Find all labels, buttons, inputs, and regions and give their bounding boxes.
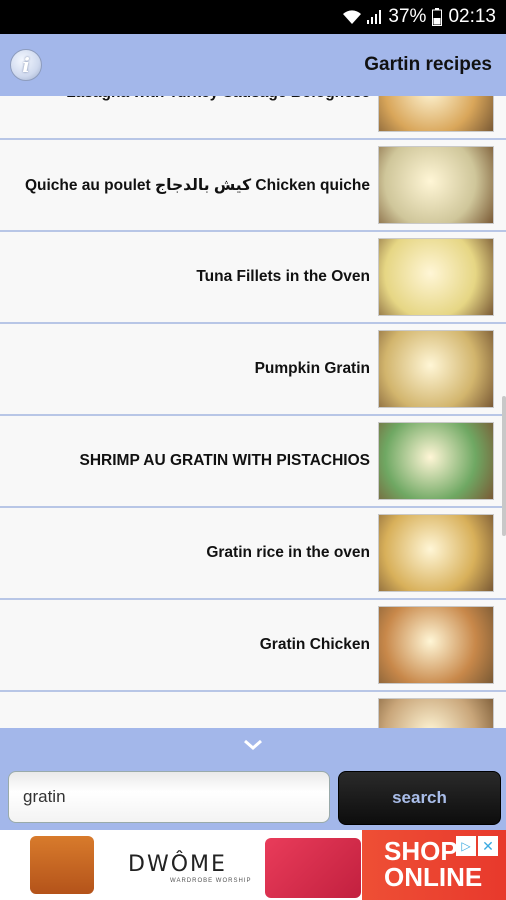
recipe-title: Pumpkin Gratin bbox=[254, 360, 370, 377]
recipe-thumbnail bbox=[378, 96, 494, 132]
recipe-list-inner: Lasagna with Turkey Sausage Bolognese Qui… bbox=[0, 96, 506, 728]
recipe-row[interactable]: Quiche au poulet كيش بالدجاج Chicken qui… bbox=[0, 140, 506, 232]
recipe-thumbnail bbox=[378, 514, 494, 592]
signal-icon bbox=[367, 10, 382, 24]
recipe-row[interactable]: SHRIMP AU GRATIN WITH PISTACHIOS bbox=[0, 416, 506, 508]
recipe-title: Gratin rice in the oven bbox=[206, 544, 370, 561]
recipe-row[interactable]: Lasagna with Turkey Sausage Bolognese bbox=[0, 96, 506, 140]
recipe-list[interactable]: Lasagna with Turkey Sausage Bolognese Qui… bbox=[0, 96, 506, 728]
ad-sub: WARDROBE WORSHIP bbox=[170, 878, 252, 884]
ad-choices-icon[interactable]: ▷ bbox=[456, 836, 476, 856]
close-icon[interactable]: ✕ bbox=[478, 836, 498, 856]
ad-bag-image-2 bbox=[265, 838, 361, 898]
app-title: Gartin recipes bbox=[364, 54, 492, 75]
recipe-title: Quiche au poulet كيش بالدجاج Chicken qui… bbox=[24, 176, 370, 194]
ad-banner[interactable]: DWÔME WARDROBE WORSHIP SHOP ONLINE ▷ ✕ bbox=[0, 830, 506, 900]
status-bar: 37% 02:13 bbox=[0, 0, 506, 34]
recipe-row[interactable]: Tuna Fillets in the Oven bbox=[0, 232, 506, 324]
recipe-title: Gratin Chicken bbox=[259, 636, 370, 653]
recipe-thumbnail bbox=[378, 422, 494, 500]
recipe-row[interactable] bbox=[0, 692, 506, 728]
recipe-title: Lasagna with Turkey Sausage Bolognese bbox=[0, 96, 370, 102]
chevron-down-icon[interactable] bbox=[243, 738, 263, 752]
battery-percent: 37% bbox=[388, 6, 427, 27]
recipe-thumbnail bbox=[378, 330, 494, 408]
recipe-thumbnail bbox=[378, 146, 494, 224]
recipe-row[interactable]: Gratin Chicken bbox=[0, 600, 506, 692]
scrollbar[interactable] bbox=[502, 396, 506, 536]
recipe-row[interactable]: Pumpkin Gratin bbox=[0, 324, 506, 416]
recipe-thumbnail bbox=[378, 698, 494, 728]
search-panel: search bbox=[0, 728, 506, 830]
recipe-thumbnail bbox=[378, 606, 494, 684]
search-input[interactable] bbox=[8, 771, 330, 823]
recipe-title: SHRIMP AU GRATIN WITH PISTACHIOS bbox=[79, 452, 370, 469]
recipe-title: Tuna Fillets in the Oven bbox=[196, 268, 370, 285]
app-bar: i Gartin recipes bbox=[0, 34, 506, 96]
recipe-thumbnail bbox=[378, 238, 494, 316]
ad-headline-2: ONLINE bbox=[384, 862, 483, 892]
info-icon[interactable]: i bbox=[10, 49, 42, 81]
clock: 02:13 bbox=[448, 6, 496, 27]
ad-bag-image bbox=[30, 836, 94, 894]
battery-icon bbox=[432, 8, 443, 26]
recipe-row[interactable]: Gratin rice in the oven bbox=[0, 508, 506, 600]
ad-brand: DWÔME bbox=[128, 852, 227, 877]
wifi-icon bbox=[343, 10, 362, 24]
search-button[interactable]: search bbox=[338, 771, 501, 825]
status-icons bbox=[342, 9, 382, 25]
